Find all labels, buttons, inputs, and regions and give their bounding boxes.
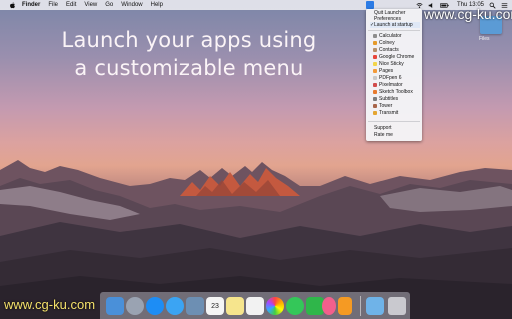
calculator-icon [373,34,377,38]
menu-item-launch-at-startup[interactable]: ✓ Launch at startup [370,22,420,28]
app-store-icon[interactable] [146,297,164,315]
launcher-dropdown-menu: Quit Launcher Preferences ✓ Launch at st… [366,9,422,141]
pdfpen-icon [373,76,377,80]
menu-app-name[interactable]: Finder [22,0,40,10]
tower-icon [373,104,377,108]
menu-item-label: Pages [379,68,394,74]
transmit-icon [373,111,377,115]
menu-item-label: Subtitles [379,96,399,102]
headline-line-1: Launch your apps using [61,28,317,52]
subtitles-icon [373,97,377,101]
menu-item-colney[interactable]: Colney [370,40,420,46]
menu-item-label: PDFpen 6 [379,75,402,81]
menu-item-label: Calculator [379,33,402,39]
launchpad-icon[interactable] [126,297,144,315]
menu-separator [368,121,420,122]
menu-item-google-chrome[interactable]: Google Chrome [370,54,420,60]
menu-window[interactable]: Window [121,0,142,10]
menu-item-label: Support [374,125,392,131]
colney-icon [373,41,377,45]
watermark-top: www.cg-ku.com [424,6,512,22]
menu-item-calculator[interactable]: Calculator [370,33,420,39]
menu-go[interactable]: Go [105,0,113,10]
safari-icon[interactable] [166,297,184,315]
menu-item-subtitles[interactable]: Subtitles [370,96,420,102]
menu-item-tower[interactable]: Tower [370,103,420,109]
menu-item-support[interactable]: Support [370,125,420,131]
finder-icon[interactable] [106,297,124,315]
sticky-icon [373,62,377,66]
notes-icon[interactable] [226,297,244,315]
wifi-icon[interactable] [416,2,423,9]
dock-separator [360,296,361,316]
menu-item-label: Nice Sticky [379,61,404,67]
headline: Launch your apps using a customizable me… [34,26,344,82]
menu-item-label: Colney [379,40,395,46]
launcher-menu-icon[interactable] [366,1,374,9]
photos-icon[interactable] [266,297,284,315]
calendar-icon[interactable]: 23 [206,297,224,315]
downloads-folder-icon[interactable] [366,297,384,315]
menu-item-contacts[interactable]: Contacts [370,47,420,53]
menu-view[interactable]: View [84,0,97,10]
menu-item-pdfpen[interactable]: PDFpen 6 [370,75,420,81]
menu-item-label: Google Chrome [379,54,415,60]
menu-item-label: Launch at startup [374,22,413,28]
itunes-icon[interactable] [322,297,336,315]
pages-icon [373,69,377,73]
menu-item-rate-me[interactable]: Rate me [370,132,420,138]
menu-item-label: Sketch Toolbox [379,89,413,95]
preview-icon[interactable] [186,297,204,315]
menu-help[interactable]: Help [151,0,163,10]
menu-separator [368,30,420,31]
chrome-icon [373,55,377,59]
menu-item-label: Pixelmator [379,82,403,88]
trash-icon[interactable] [388,297,406,315]
messages-icon[interactable] [286,297,304,315]
menu-item-label: Contacts [379,47,399,53]
menu-item-label: Rate me [374,132,393,138]
menu-item-label: Tower [379,103,393,109]
headline-line-2: a customizable menu [74,56,304,80]
menu-item-pages[interactable]: Pages [370,68,420,74]
contacts-icon [373,48,377,52]
menu-file[interactable]: File [48,0,58,10]
menu-item-sketch-toolbox[interactable]: Sketch Toolbox [370,89,420,95]
pixelmator-icon [373,83,377,87]
reminders-icon[interactable] [246,297,264,315]
menu-item-transmit[interactable]: Transmit [370,110,420,116]
menu-edit[interactable]: Edit [66,0,76,10]
apple-icon[interactable] [9,1,16,9]
calendar-day: 23 [211,303,219,310]
sketch-toolbox-icon [373,90,377,94]
ibooks-icon[interactable] [338,297,352,315]
menu-item-label: Transmit [379,110,399,116]
menu-item-nice-sticky[interactable]: Nice Sticky [370,61,420,67]
watermark-bottom: www.cg-ku.com [4,297,96,312]
files-label: Files [479,36,490,42]
menu-item-pixelmator[interactable]: Pixelmator [370,82,420,88]
